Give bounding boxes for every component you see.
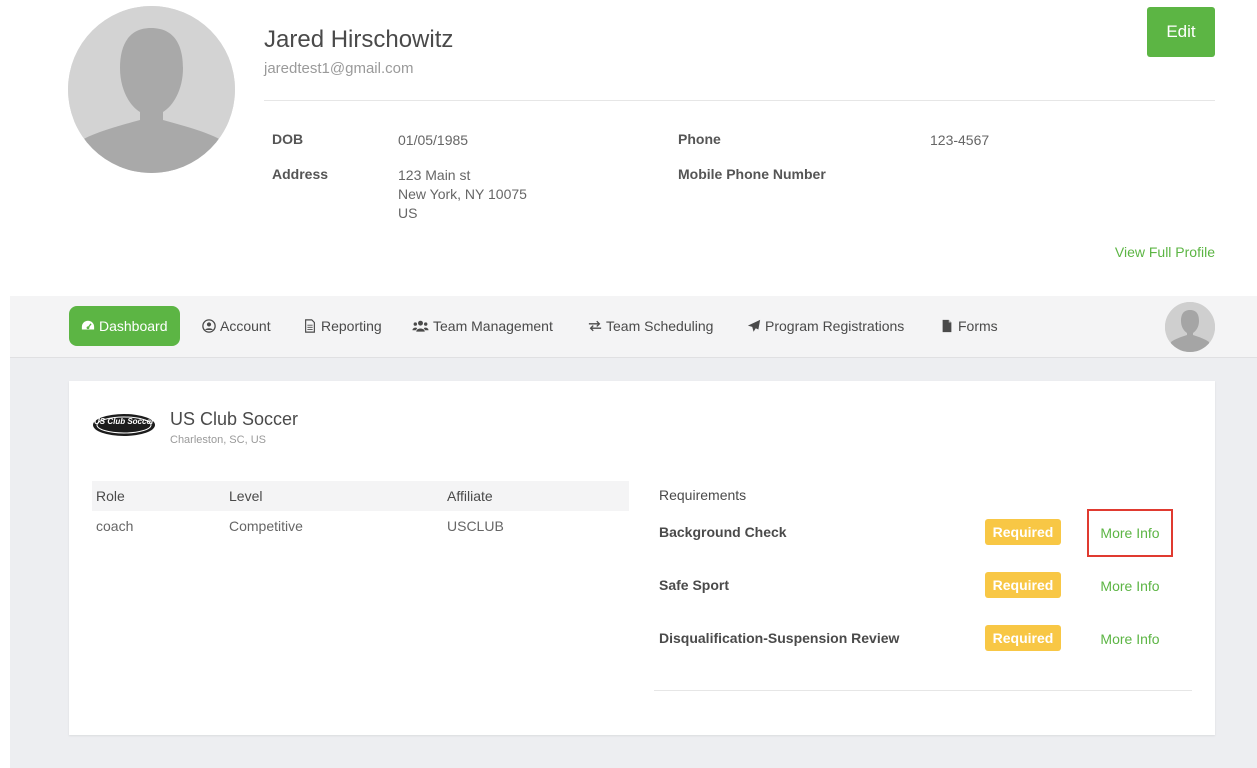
document-icon: [303, 319, 317, 333]
organization-name: US Club Soccer: [170, 409, 299, 429]
view-full-profile-link[interactable]: View Full Profile: [1115, 244, 1215, 260]
phone-label: Phone: [678, 131, 721, 147]
user-menu-avatar[interactable]: [1165, 302, 1215, 352]
dob-label: DOB: [272, 131, 304, 147]
nav-item-program-registrations[interactable]: Program Registrations: [747, 306, 904, 346]
nav-label-dashboard: Dashboard: [99, 318, 168, 334]
nav-item-team-scheduling[interactable]: Team Scheduling: [588, 306, 713, 346]
dob-value: 01/05/1985: [398, 132, 469, 148]
level-cell: Competitive: [229, 518, 303, 534]
profile-name: Jared Hirschowitz: [264, 26, 454, 53]
organization-card: US Club Soccer US Club Soccer Charleston…: [69, 381, 1215, 735]
column-header-affiliate: Affiliate: [447, 488, 493, 504]
address-line-1: 123 Main st: [398, 167, 471, 183]
status-badge: Required: [985, 519, 1061, 545]
paper-plane-icon: [747, 319, 761, 333]
requirement-disqualification-review: Disqualification-Suspension Review: [659, 630, 900, 646]
status-badge: Required: [985, 625, 1061, 651]
user-circle-icon: [202, 319, 216, 333]
nav-label-team-management: Team Management: [433, 318, 553, 334]
affiliate-cell: USCLUB: [447, 518, 504, 534]
nav-label-team-scheduling: Team Scheduling: [606, 318, 714, 334]
requirement-background-check: Background Check: [659, 524, 787, 540]
table-row: coach Competitive USCLUB: [92, 511, 629, 541]
nav-item-forms[interactable]: Forms: [940, 306, 998, 346]
nav-label-reporting: Reporting: [321, 318, 382, 334]
nav-item-dashboard[interactable]: Dashboard: [69, 306, 180, 346]
file-icon: [940, 319, 954, 333]
users-icon: [412, 319, 429, 333]
nav-item-team-management[interactable]: Team Management: [412, 306, 553, 346]
status-badge: Required: [985, 572, 1061, 598]
address-line-3: US: [398, 205, 418, 221]
svg-text:US Club Soccer: US Club Soccer: [94, 417, 155, 426]
profile-divider: [264, 100, 1215, 101]
nav-item-reporting[interactable]: Reporting: [303, 306, 382, 346]
phone-value: 123-4567: [930, 132, 990, 148]
nav-label-program-registrations: Program Registrations: [765, 318, 905, 334]
exchange-arrows-icon: [588, 319, 602, 333]
more-info-link-disqualification-review[interactable]: More Info: [1087, 615, 1173, 663]
more-info-link-safe-sport[interactable]: More Info: [1087, 562, 1173, 610]
person-silhouette-icon: [68, 6, 235, 173]
mobile-phone-label: Mobile Phone Number: [678, 166, 826, 182]
profile-header: Jared Hirschowitz jaredtest1@gmail.com E…: [0, 0, 1257, 296]
edit-profile-button[interactable]: Edit: [1147, 7, 1215, 57]
roles-table: Role Level Affiliate coach Competitive U…: [92, 481, 629, 541]
column-header-level: Level: [229, 488, 263, 504]
requirement-safe-sport: Safe Sport: [659, 577, 730, 593]
main-nav: Dashboard Account Reporting Team Managem…: [10, 296, 1257, 358]
address-line-2: New York, NY 10075: [398, 186, 527, 202]
address-label: Address: [272, 166, 329, 182]
us-club-soccer-logo: US Club Soccer: [93, 414, 155, 436]
organization-location: Charleston, SC, US: [170, 434, 266, 446]
nav-item-account[interactable]: Account: [202, 306, 271, 346]
profile-email: jaredtest1@gmail.com: [264, 60, 414, 77]
more-info-link-background-check[interactable]: More Info: [1087, 509, 1173, 557]
profile-avatar: [68, 6, 235, 173]
column-header-role: Role: [96, 488, 125, 504]
requirements-title: Requirements: [659, 487, 747, 503]
nav-label-account: Account: [220, 318, 271, 334]
role-cell: coach: [96, 518, 134, 534]
person-silhouette-icon: [1165, 302, 1215, 352]
roles-table-header: Role Level Affiliate: [92, 481, 629, 511]
requirements-divider: [654, 690, 1192, 691]
dashboard-icon: [81, 319, 95, 333]
address-value: 123 Main st New York, NY 10075 US: [398, 166, 527, 223]
nav-label-forms: Forms: [958, 318, 998, 334]
